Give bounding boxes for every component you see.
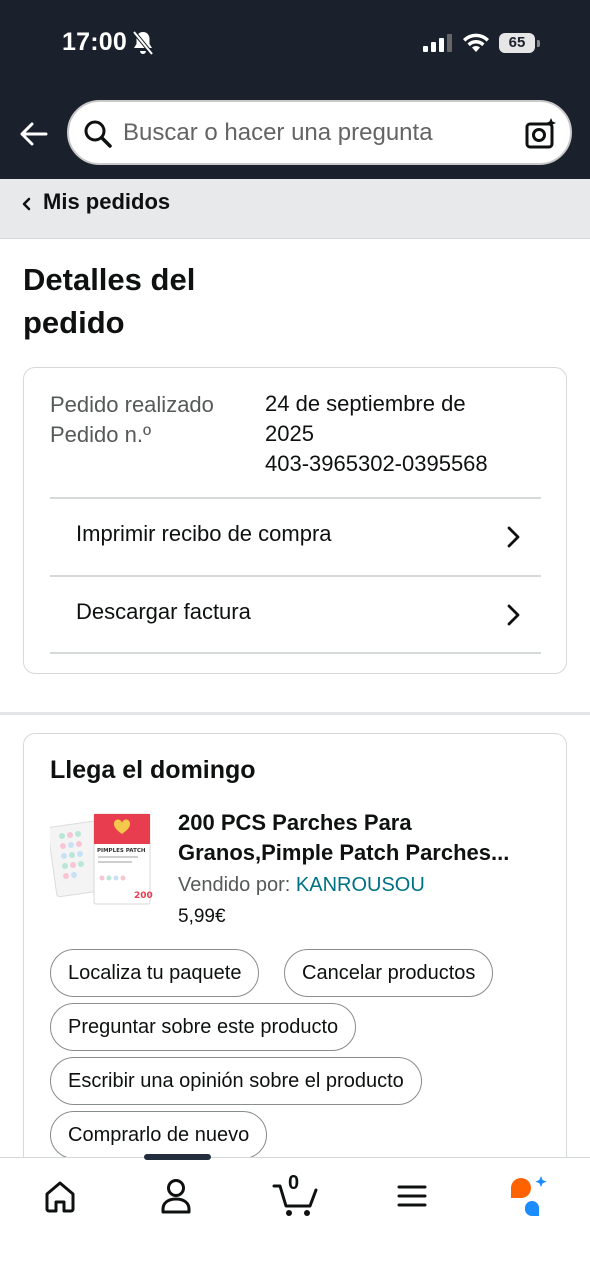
status-time: 17:00 <box>62 28 127 56</box>
nav-rufus[interactable] <box>505 1174 553 1218</box>
chevron-right-icon <box>507 526 520 548</box>
seller-label: Vendido por: <box>178 874 291 896</box>
order-placed-date-line1: 24 de septiembre de <box>265 391 466 416</box>
wifi-icon <box>463 33 489 52</box>
product-image-count: 200 <box>134 891 153 901</box>
nav-cart[interactable]: 0 <box>270 1172 326 1218</box>
breadcrumb[interactable]: Mis pedidos <box>0 179 590 239</box>
search-icon <box>84 120 112 148</box>
bell-muted-icon <box>132 30 154 56</box>
rufus-ai-icon <box>511 1176 547 1217</box>
order-placed-date-line2: 2025 <box>265 421 314 446</box>
app-header: 17:00 65 <box>0 0 590 179</box>
active-tab-indicator <box>144 1154 211 1160</box>
product-image[interactable]: PIMPLES PATCH 200 <box>50 810 154 910</box>
product-price: 5,99€ <box>178 906 226 927</box>
order-number-value: 403-3965302-0395568 <box>265 451 488 476</box>
battery-indicator: 65 <box>499 33 540 53</box>
buy-again-button[interactable]: Comprarlo de nuevo <box>50 1111 268 1159</box>
seller-link[interactable]: KANROUSOU <box>296 874 425 896</box>
print-receipt-label: Imprimir recibo de compra <box>76 521 332 546</box>
cellular-signal-icon <box>423 34 452 52</box>
home-icon <box>45 1181 75 1213</box>
track-package-button[interactable]: Localiza tu paquete <box>50 949 260 997</box>
page-title: Detalles del pedido <box>23 262 196 340</box>
product-image-brand: PIMPLES PATCH <box>97 848 146 854</box>
search-input[interactable] <box>123 112 513 154</box>
account-icon <box>161 1179 191 1214</box>
chevron-left-icon <box>22 197 31 211</box>
order-info-card: Pedido realizado Pedido n.º 24 de septie… <box>23 367 567 674</box>
ask-product-question-button[interactable]: Preguntar sobre este producto <box>50 1003 357 1051</box>
section-separator <box>0 712 590 715</box>
cart-count: 0 <box>288 1172 300 1194</box>
download-invoice-label: Descargar factura <box>76 599 251 624</box>
print-receipt-link[interactable]: Imprimir recibo de compra <box>50 499 541 575</box>
product-name-line1: 200 PCS Parches Para <box>178 810 412 835</box>
search-bar[interactable] <box>67 100 572 165</box>
download-invoice-link[interactable]: Descargar factura <box>50 577 541 653</box>
seller-info: Vendido por: KANROUSOU <box>178 874 425 897</box>
nav-account[interactable] <box>152 1174 200 1218</box>
menu-icon <box>397 1185 427 1207</box>
bottom-nav: 0 <box>0 1154 590 1280</box>
product-name-line2: Granos,Pimple Patch Parches... <box>178 840 510 865</box>
battery-nub <box>537 40 540 47</box>
camera-search-icon[interactable] <box>524 117 558 151</box>
nav-home[interactable] <box>36 1174 84 1218</box>
battery-level: 65 <box>499 33 535 53</box>
write-review-button[interactable]: Escribir una opinión sobre el producto <box>50 1057 422 1105</box>
delivery-estimate: Llega el domingo <box>50 756 256 784</box>
shipment-card: Llega el domingo PIMPLES PATCH 200 200 P… <box>23 733 567 1193</box>
chevron-right-icon <box>507 604 520 626</box>
cancel-items-button[interactable]: Cancelar productos <box>284 949 494 997</box>
product-name[interactable]: 200 PCS Parches Para Granos,Pimple Patch… <box>178 808 548 868</box>
nav-menu[interactable] <box>388 1174 436 1218</box>
order-placed-label: Pedido realizado <box>50 392 214 417</box>
back-arrow-icon[interactable] <box>16 116 52 152</box>
breadcrumb-label: Mis pedidos <box>43 189 171 214</box>
order-number-label: Pedido n.º <box>50 422 151 447</box>
divider <box>50 652 541 654</box>
